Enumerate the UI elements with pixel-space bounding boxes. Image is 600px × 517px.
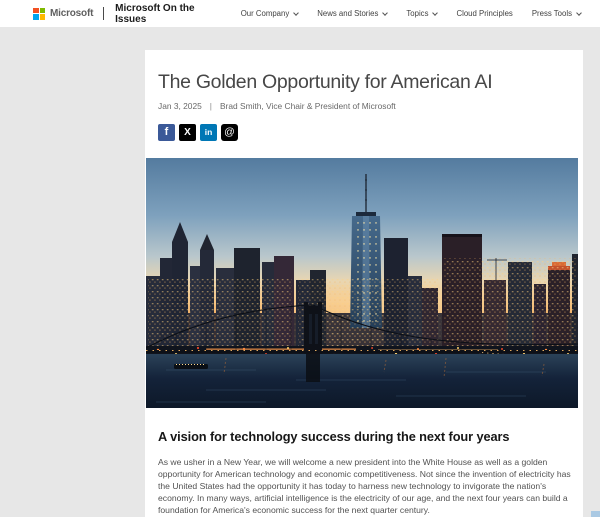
article-byline: Jan 3, 2025 | Brad Smith, Vice Chair & P… (158, 101, 570, 111)
scrollbar-corner (591, 511, 600, 517)
logo-square-green (39, 7, 45, 13)
article-title: The Golden Opportunity for American AI (158, 71, 493, 93)
nav-news-and-stories-label: News and Stories (317, 9, 379, 18)
article-card: The Golden Opportunity for American AI J… (145, 50, 583, 517)
section-heading: A vision for technology success during t… (158, 429, 510, 444)
byline-separator: | (209, 101, 212, 111)
facebook-icon: f (164, 126, 169, 138)
microsoft-home-link[interactable]: Microsoft (33, 7, 94, 20)
nav-press-tools-label: Press Tools (531, 9, 572, 18)
nav-our-company-label: Our Company (240, 9, 290, 18)
share-threads-button[interactable]: @ (221, 124, 238, 141)
hero-image (146, 158, 578, 408)
threads-icon: @ (224, 126, 235, 139)
article-paragraph: As we usher in a New Year, we will welco… (158, 457, 571, 516)
linkedin-icon: in (204, 127, 213, 138)
nav-news-and-stories[interactable]: News and Stories (317, 9, 389, 18)
article-date: Jan 3, 2025 (158, 101, 202, 111)
main-nav: Our Company News and Stories Topics Clou… (241, 9, 600, 18)
nav-cloud-principles-label: Cloud Principles (456, 9, 513, 18)
nav-topics-label: Topics (406, 9, 429, 18)
nav-topics[interactable]: Topics (406, 9, 439, 18)
logo-square-yellow (39, 14, 45, 20)
chevron-down-icon (432, 9, 439, 16)
nav-our-company[interactable]: Our Company (240, 9, 300, 18)
chevron-down-icon (576, 9, 582, 16)
share-x-button[interactable]: X (179, 124, 196, 141)
header-divider (103, 7, 105, 20)
share-linkedin-button[interactable]: in (200, 124, 217, 141)
nav-cloud-principles[interactable]: Cloud Principles (456, 9, 512, 18)
logo-square-blue (33, 14, 39, 20)
brand-text: Microsoft (50, 8, 94, 19)
article-author: Brad Smith, Vice Chair & President of Mi… (219, 101, 396, 111)
share-facebook-button[interactable]: f (158, 124, 175, 141)
chevron-down-icon (382, 9, 389, 16)
x-icon: X (184, 126, 191, 138)
chevron-down-icon (293, 9, 300, 16)
nav-press-tools[interactable]: Press Tools (531, 9, 582, 18)
share-row: f X in @ (158, 124, 570, 141)
site-title-link[interactable]: Microsoft On the Issues (115, 3, 224, 25)
site-header: Microsoft Microsoft On the Issues Our Co… (0, 0, 600, 27)
microsoft-logo-icon (33, 7, 45, 20)
logo-square-red (33, 7, 39, 13)
